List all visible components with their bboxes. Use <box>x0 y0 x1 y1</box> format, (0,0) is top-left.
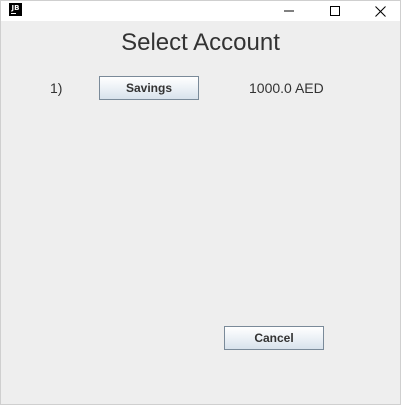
savings-account-button[interactable]: Savings <box>99 76 199 100</box>
maximize-icon <box>330 6 340 16</box>
close-button[interactable] <box>358 1 401 21</box>
cancel-button[interactable]: Cancel <box>224 326 324 350</box>
title-bar[interactable]: JB <box>1 1 400 21</box>
minimize-button[interactable] <box>267 1 311 21</box>
account-balance: 1000.0 AED <box>249 80 324 96</box>
minimize-icon <box>284 10 294 12</box>
app-window: JB Select Account 1) Savings 1000.0 AED … <box>0 0 401 405</box>
maximize-button[interactable] <box>313 1 357 21</box>
app-logo-icon: JB <box>9 3 22 16</box>
close-icon <box>374 5 386 17</box>
page-title: Select Account <box>121 29 280 56</box>
account-index-label: 1) <box>50 80 63 96</box>
